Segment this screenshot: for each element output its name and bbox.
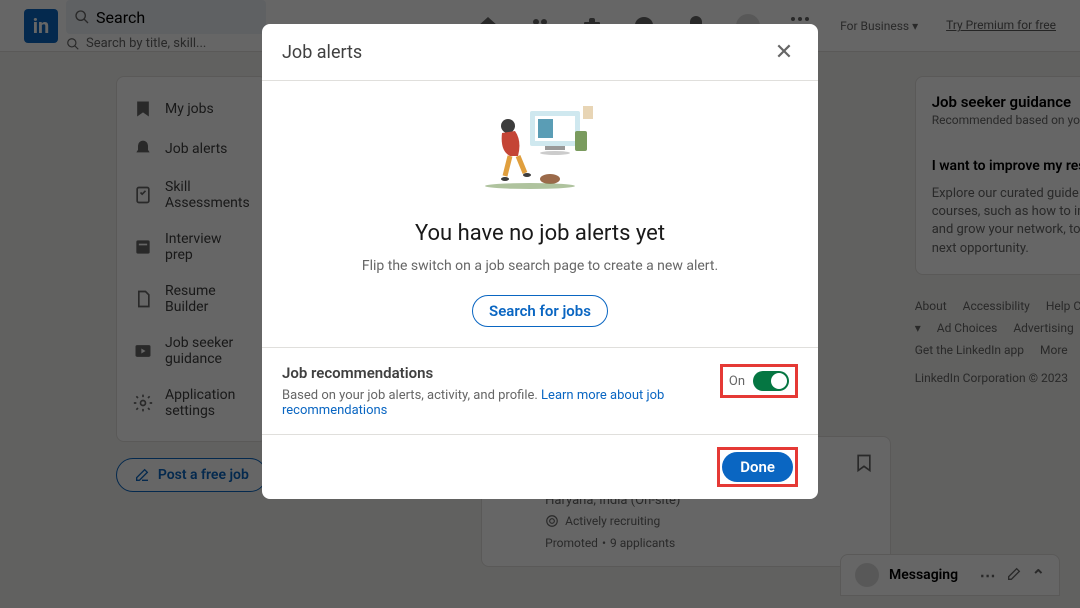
toggle-highlight: On — [720, 364, 798, 398]
close-icon: ✕ — [775, 40, 793, 65]
done-button[interactable]: Done — [722, 452, 793, 482]
illustration — [480, 101, 600, 201]
recommendations-title: Job recommendations — [282, 364, 704, 382]
modal-title: Job alerts — [282, 42, 362, 63]
empty-state-sub: Flip the switch on a job search page to … — [282, 256, 798, 277]
close-button[interactable]: ✕ — [770, 38, 798, 66]
search-for-jobs-button[interactable]: Search for jobs — [472, 295, 608, 327]
job-alerts-modal: Job alerts ✕ You have no job alerts ye — [262, 24, 818, 499]
done-highlight: Done — [717, 447, 798, 487]
empty-state-heading: You have no job alerts yet — [282, 221, 798, 246]
toggle-label: On — [729, 374, 745, 389]
recommendations-toggle[interactable] — [753, 371, 789, 391]
modal-overlay: Job alerts ✕ You have no job alerts ye — [0, 0, 1080, 608]
